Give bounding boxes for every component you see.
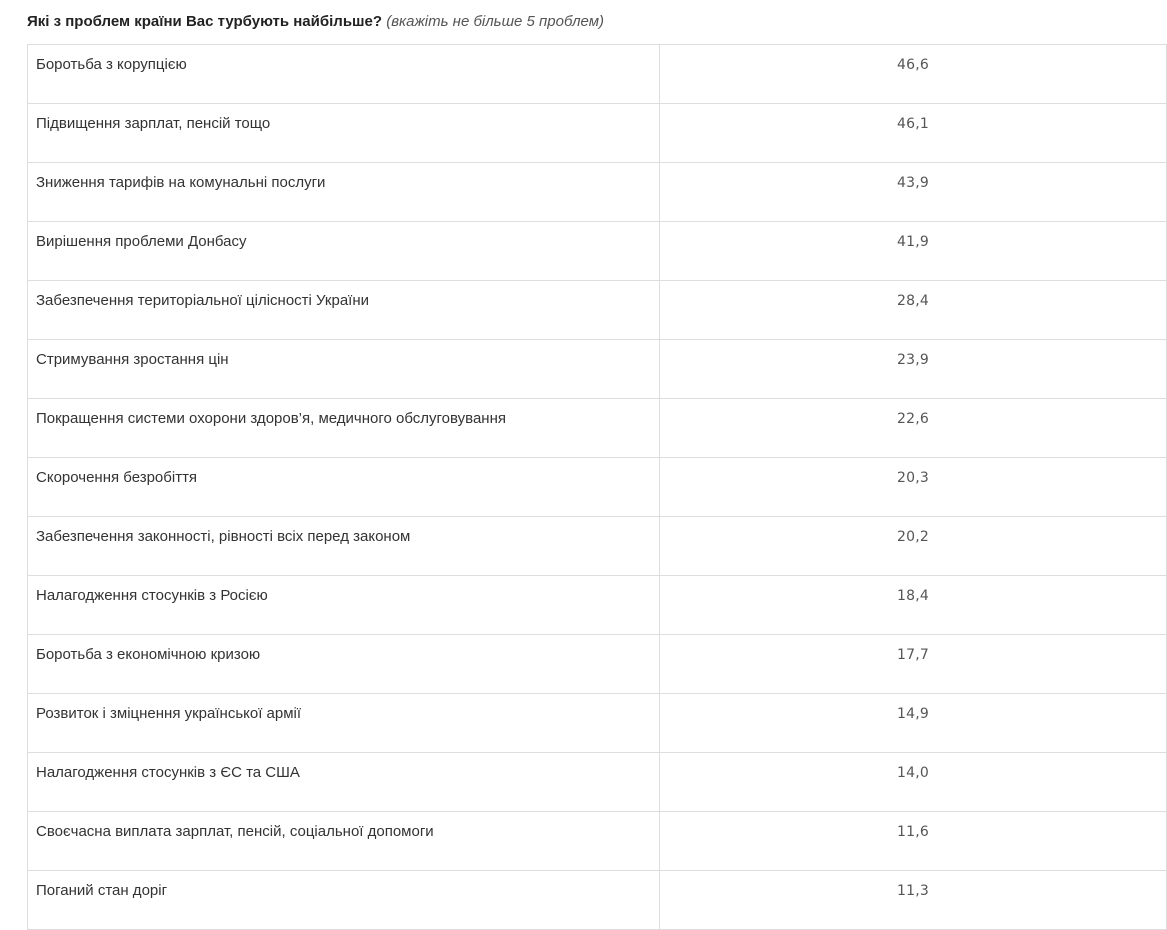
problem-label: Скорочення безробіття <box>27 457 660 517</box>
results-table: Боротьба з корупцією 46,6 Підвищення зар… <box>27 44 1167 930</box>
table-row: Забезпечення територіальної цілісності У… <box>27 280 1167 340</box>
table-row: Забезпечення законності, рівності всіх п… <box>27 516 1167 576</box>
table-row: Підвищення зарплат, пенсій тощо 46,1 <box>27 103 1167 163</box>
table-row: Боротьба з економічною кризою 17,7 <box>27 634 1167 694</box>
question-text: Які з проблем країни Вас турбують найбіл… <box>27 13 383 30</box>
percent-value: 22,6 <box>659 398 1167 458</box>
survey-question: Які з проблем країни Вас турбують найбіл… <box>27 12 604 32</box>
percent-value: 14,0 <box>659 752 1167 812</box>
table-row: Боротьба з корупцією 46,6 <box>27 44 1167 104</box>
percent-value: 11,3 <box>659 870 1167 930</box>
percent-value: 23,9 <box>659 339 1167 399</box>
percent-value: 41,9 <box>659 221 1167 281</box>
problem-label: Підвищення зарплат, пенсій тощо <box>27 103 660 163</box>
problem-label: Забезпечення територіальної цілісності У… <box>27 280 660 340</box>
percent-value: 43,9 <box>659 162 1167 222</box>
table-row: Своєчасна виплата зарплат, пенсій, соціа… <box>27 811 1167 871</box>
table-row: Покращення системи охорони здоров’я, мед… <box>27 398 1167 458</box>
question-hint: (вкажіть не більше 5 проблем) <box>386 13 604 30</box>
table-row: Зниження тарифів на комунальні послуги 4… <box>27 162 1167 222</box>
table-row: Стримування зростання цін 23,9 <box>27 339 1167 399</box>
problem-label: Забезпечення законності, рівності всіх п… <box>27 516 660 576</box>
percent-value: 28,4 <box>659 280 1167 340</box>
results-table-body: Боротьба з корупцією 46,6 Підвищення зар… <box>27 44 1167 930</box>
table-row: Налагодження стосунків з ЄС та США 14,0 <box>27 752 1167 812</box>
table-row: Скорочення безробіття 20,3 <box>27 457 1167 517</box>
table-row: Розвиток і зміцнення української армії 1… <box>27 693 1167 753</box>
problem-label: Налагодження стосунків з ЄС та США <box>27 752 660 812</box>
problem-label: Вирішення проблеми Донбасу <box>27 221 660 281</box>
percent-value: 18,4 <box>659 575 1167 635</box>
problem-label: Боротьба з корупцією <box>27 44 660 104</box>
percent-value: 20,3 <box>659 457 1167 517</box>
table-row: Поганий стан доріг 11,3 <box>27 870 1167 930</box>
percent-value: 14,9 <box>659 693 1167 753</box>
problem-label: Поганий стан доріг <box>27 870 660 930</box>
problem-label: Розвиток і зміцнення української армії <box>27 693 660 753</box>
table-row: Вирішення проблеми Донбасу 41,9 <box>27 221 1167 281</box>
problem-label: Налагодження стосунків з Росією <box>27 575 660 635</box>
percent-value: 17,7 <box>659 634 1167 694</box>
percent-value: 11,6 <box>659 811 1167 871</box>
percent-value: 46,1 <box>659 103 1167 163</box>
problem-label: Боротьба з економічною кризою <box>27 634 660 694</box>
problem-label: Стримування зростання цін <box>27 339 660 399</box>
problem-label: Своєчасна виплата зарплат, пенсій, соціа… <box>27 811 660 871</box>
percent-value: 20,2 <box>659 516 1167 576</box>
percent-value: 46,6 <box>659 44 1167 104</box>
table-row: Налагодження стосунків з Росією 18,4 <box>27 575 1167 635</box>
problem-label: Зниження тарифів на комунальні послуги <box>27 162 660 222</box>
problem-label: Покращення системи охорони здоров’я, мед… <box>27 398 660 458</box>
